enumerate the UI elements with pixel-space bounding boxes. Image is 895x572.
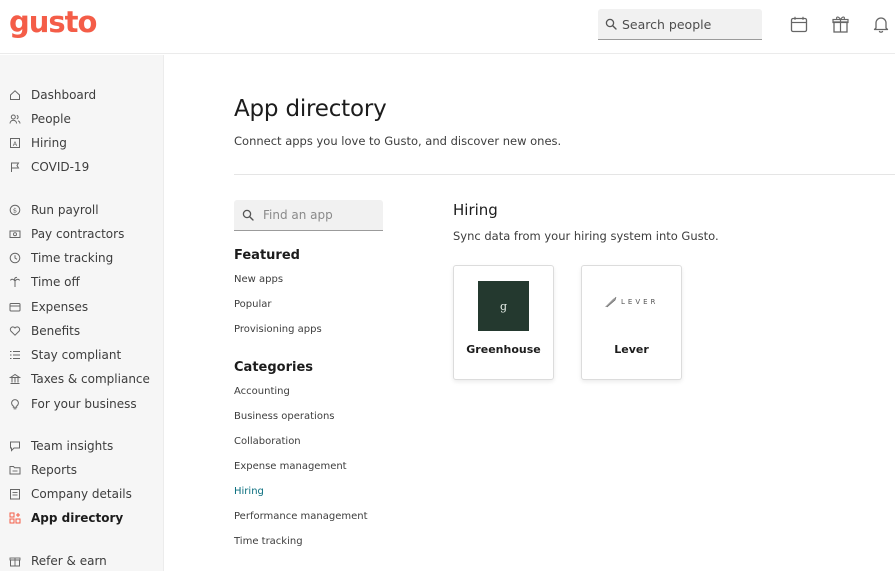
- greenhouse-logo: g: [478, 281, 529, 331]
- page-title: App directory: [234, 96, 387, 122]
- sidebar-item-label: Benefits: [31, 324, 81, 338]
- sidebar-item-label: Hiring: [31, 136, 67, 150]
- sidebar-item-refer-earn[interactable]: Refer & earn: [0, 550, 164, 572]
- sidebar-item-reports[interactable]: Reports: [0, 459, 164, 481]
- hiring-icon: A: [8, 137, 21, 150]
- sidebar-item-dashboard[interactable]: Dashboard: [0, 84, 164, 106]
- sidebar-item-team-insights[interactable]: Team insights: [0, 435, 164, 457]
- sidebar-item-for-your-business[interactable]: For your business: [0, 393, 164, 415]
- gift-icon[interactable]: [831, 15, 849, 33]
- list-icon: [8, 349, 21, 362]
- featured-link-provisioning-apps[interactable]: Provisioning apps: [234, 324, 322, 335]
- category-link-business-operations[interactable]: Business operations: [234, 411, 335, 422]
- gift-icon: [8, 555, 21, 568]
- featured-heading: Featured: [234, 248, 300, 263]
- sidebar-item-label: People: [31, 112, 71, 126]
- category-link-expense-management[interactable]: Expense management: [234, 461, 347, 472]
- sidebar-item-benefits[interactable]: Benefits: [0, 320, 164, 342]
- search-icon: [605, 15, 617, 34]
- gusto-logo[interactable]: gusto: [9, 4, 97, 40]
- top-bar: gusto Search people: [0, 0, 895, 54]
- lever-logo: LEVER: [604, 296, 658, 308]
- sidebar-item-label: Reports: [31, 463, 78, 477]
- flag-icon: [8, 161, 21, 174]
- sidebar-item-label: Dashboard: [31, 88, 97, 102]
- app-card-name: Greenhouse: [466, 343, 541, 356]
- sidebar-item-hiring[interactable]: A Hiring: [0, 132, 164, 154]
- lightbulb-icon: [8, 398, 21, 411]
- sidebar-item-label: Stay compliant: [31, 348, 122, 362]
- sidebar-item-label: Taxes & compliance: [31, 372, 150, 386]
- sidebar-item-label: Pay contractors: [31, 227, 125, 241]
- sidebar-item-time-tracking[interactable]: Time tracking: [0, 247, 164, 269]
- search-icon: [242, 206, 254, 225]
- palm-tree-icon: [8, 276, 21, 289]
- featured-link-popular[interactable]: Popular: [234, 299, 272, 310]
- sidebar-item-run-payroll[interactable]: $ Run payroll: [0, 199, 164, 221]
- category-link-accounting[interactable]: Accounting: [234, 386, 290, 397]
- find-app-placeholder: Find an app: [263, 208, 333, 222]
- sidebar-item-label: Company details: [31, 487, 132, 501]
- search-people-input[interactable]: Search people: [598, 9, 762, 40]
- find-app-input[interactable]: Find an app: [234, 200, 383, 231]
- sidebar-item-taxes-compliance[interactable]: Taxes & compliance: [0, 368, 164, 390]
- sidebar-item-expenses[interactable]: Expenses: [0, 296, 164, 318]
- search-placeholder: Search people: [622, 16, 712, 32]
- sidebar-item-label: App directory: [31, 511, 124, 525]
- app-card-name: Lever: [614, 343, 649, 356]
- sidebar-item-time-off[interactable]: Time off: [0, 271, 164, 293]
- page-subtitle: Connect apps you love to Gusto, and disc…: [234, 134, 562, 148]
- clock-icon: [8, 252, 21, 265]
- cash-icon: [8, 228, 21, 241]
- category-link-time-tracking[interactable]: Time tracking: [234, 536, 303, 547]
- sidebar: Dashboard People A Hiring COVID-19 $ Run…: [0, 55, 164, 571]
- section-title: Hiring: [453, 201, 498, 219]
- apps-grid-icon: [8, 512, 21, 525]
- sidebar-item-app-directory[interactable]: App directory: [0, 507, 164, 529]
- folder-icon: [8, 464, 21, 477]
- chat-bubble-icon: [8, 440, 21, 453]
- sidebar-item-pay-contractors[interactable]: Pay contractors: [0, 223, 164, 245]
- calendar-icon[interactable]: [790, 15, 808, 33]
- divider: [234, 174, 895, 175]
- heart-icon: [8, 325, 21, 338]
- svg-text:A: A: [12, 140, 17, 148]
- app-card-lever[interactable]: LEVER Lever: [581, 265, 682, 380]
- sidebar-item-label: Run payroll: [31, 203, 99, 217]
- category-link-performance-management[interactable]: Performance management: [234, 511, 368, 522]
- sidebar-item-label: Refer & earn: [31, 554, 107, 568]
- sidebar-item-label: For your business: [31, 397, 137, 411]
- sidebar-item-label: Time tracking: [31, 251, 114, 265]
- section-description: Sync data from your hiring system into G…: [453, 229, 719, 243]
- people-icon: [8, 113, 21, 126]
- category-link-hiring[interactable]: Hiring: [234, 486, 264, 497]
- categories-heading: Categories: [234, 360, 314, 375]
- app-card-greenhouse[interactable]: g Greenhouse: [453, 265, 554, 380]
- sidebar-item-label: Expenses: [31, 300, 89, 314]
- home-icon: [8, 89, 21, 102]
- featured-link-new-apps[interactable]: New apps: [234, 274, 283, 285]
- bell-icon[interactable]: [872, 15, 890, 33]
- sidebar-item-company-details[interactable]: Company details: [0, 483, 164, 505]
- company-icon: [8, 488, 21, 501]
- sidebar-item-label: Team insights: [31, 439, 114, 453]
- building-icon: [8, 373, 21, 386]
- category-link-collaboration[interactable]: Collaboration: [234, 436, 301, 447]
- card-icon: [8, 301, 21, 314]
- sidebar-item-stay-compliant[interactable]: Stay compliant: [0, 344, 164, 366]
- dollar-icon: $: [8, 204, 21, 217]
- sidebar-item-label: COVID-19: [31, 160, 90, 174]
- svg-text:$: $: [12, 206, 16, 214]
- sidebar-item-label: Time off: [31, 275, 80, 289]
- sidebar-item-covid-19[interactable]: COVID-19: [0, 156, 164, 178]
- sidebar-item-people[interactable]: People: [0, 108, 164, 130]
